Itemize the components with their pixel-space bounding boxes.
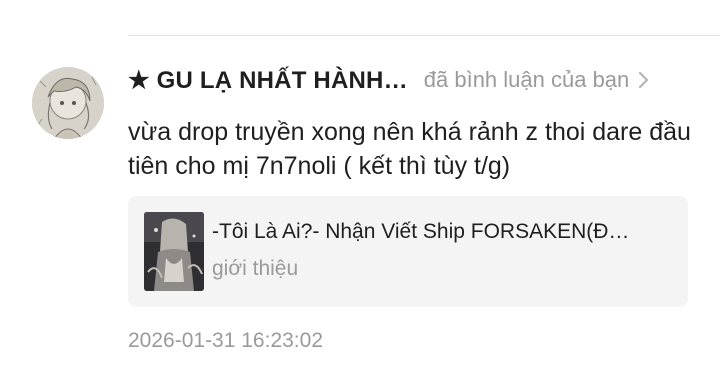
story-subtitle: giới thiệu [212,257,299,280]
user-avatar[interactable] [32,67,104,139]
comment-timestamp: 2026-01-31 16:23:02 [128,329,323,352]
story-title[interactable]: -Tôi Là Ai?- Nhận Viết Ship FORSAKEN(Đ… [212,220,672,244]
story-cover-image [144,212,204,291]
avatar-sketch-image [32,67,104,139]
action-text: đã bình luận của bạn [423,67,630,92]
story-card[interactable]: -Tôi Là Ai?- Nhận Viết Ship FORSAKEN(Đ… … [128,196,688,307]
top-divider [128,35,720,36]
username[interactable]: ★ GU LẠ NHẤT HÀNH… [128,66,408,95]
comment-text: vừa drop truyền xong nên khá rảnh z thoi… [128,118,691,180]
chevron-right-icon[interactable] [637,69,653,91]
comment-header[interactable]: ★ GU LẠ NHẤT HÀNH… đã bình luận của bạn [128,62,688,98]
